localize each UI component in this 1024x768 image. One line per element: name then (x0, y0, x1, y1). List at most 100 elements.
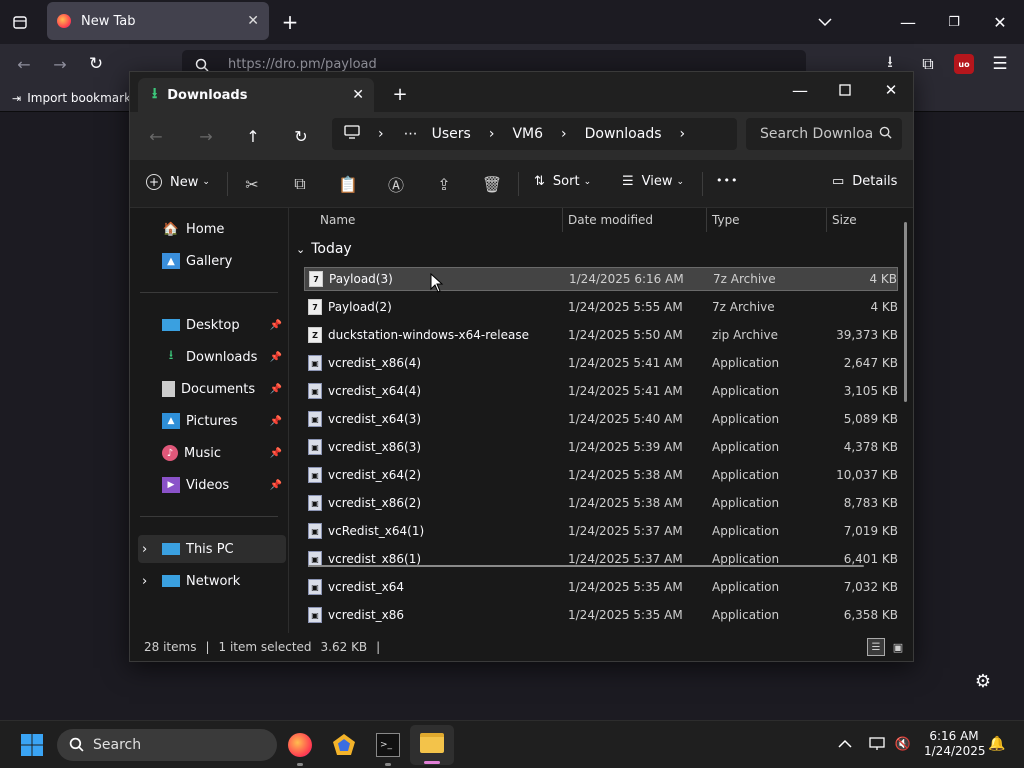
browser-minimize-button[interactable]: — (896, 10, 920, 34)
share-icon[interactable]: ⇪ (432, 172, 456, 196)
network-icon[interactable] (866, 733, 888, 755)
column-divider[interactable] (562, 208, 563, 232)
table-row[interactable]: ▣ vcredist_x86(2) 1/24/2025 5:38 AM Applica… (304, 491, 898, 515)
table-row[interactable]: ▣ vcredist_x64 1/24/2025 5:35 AM Applicatio… (304, 575, 898, 599)
up-icon[interactable]: ↑ (241, 124, 265, 148)
explorer-tab[interactable]: ⭳ Downloads ✕ (138, 78, 374, 112)
browser-restore-button[interactable]: ❐ (942, 10, 966, 34)
table-row[interactable]: Zduckstation-windows-x64-release 1/24/202… (304, 323, 898, 347)
table-row[interactable]: ▣ vcredist_x86(3) 1/24/2025 5:39 AM Applica… (304, 435, 898, 459)
explorer-address-bar: ← → ↑ ↻ › ⋯ Users › VM6 › Downloads › Se… (130, 112, 913, 160)
tab-close-icon[interactable]: ✕ (247, 13, 259, 29)
ublock-icon[interactable]: uo (954, 54, 974, 74)
browser-close-button[interactable]: ✕ (988, 10, 1012, 34)
view-button[interactable]: ☰ View ⌄ (622, 174, 684, 189)
forward-icon[interactable]: → (48, 52, 72, 76)
column-header-size[interactable]: Size (832, 213, 857, 227)
rename-icon[interactable]: Ⓐ (384, 172, 408, 196)
horizontal-scrollbar[interactable] (308, 565, 864, 567)
browser-tab[interactable]: New Tab ✕ (47, 2, 269, 40)
nav-item-home[interactable]: 🏠 Home (138, 215, 286, 243)
gear-icon[interactable]: ⚙ (970, 668, 996, 694)
taskbar-search-input[interactable]: Search (57, 729, 277, 761)
import-bookmarks-link[interactable]: ⇥ Import bookmarks (12, 91, 137, 105)
sort-button[interactable]: ⇅ Sort ⌄ (534, 174, 591, 189)
explorer-search-input[interactable]: Search Downloa (746, 118, 902, 150)
tab-list-icon[interactable] (8, 10, 32, 34)
chevron-up-icon[interactable] (834, 733, 856, 755)
chevron-right-icon[interactable]: › (142, 574, 147, 589)
firefox-icon[interactable] (288, 733, 312, 757)
file-size: 6,401 KB (843, 552, 898, 566)
file-size: 5,089 KB (843, 412, 898, 426)
table-row[interactable]: 7 Payload(3) 1/24/2025 6:16 AM 7z Archive 4 … (304, 267, 898, 291)
copy-icon[interactable]: ⧉ (288, 172, 312, 196)
file-size: 7,019 KB (843, 524, 898, 538)
column-header-type[interactable]: Type (712, 213, 740, 227)
reload-icon[interactable]: ↻ (84, 52, 108, 76)
taskbar-clock[interactable]: 6:16 AM 1/24/2025 (924, 729, 986, 759)
windows-start-icon[interactable] (20, 733, 44, 757)
column-divider[interactable] (706, 208, 707, 232)
cut-icon[interactable]: ✂ (240, 172, 264, 196)
breadcrumb[interactable]: › ⋯ Users › VM6 › Downloads › (332, 118, 737, 150)
chevron-right-icon[interactable]: › (142, 542, 147, 557)
back-icon[interactable]: ← (144, 124, 168, 148)
nav-item-videos[interactable]: ▶ Videos 📌 (138, 471, 286, 499)
group-header-today[interactable]: ⌄ Today (296, 241, 352, 257)
table-row[interactable]: ▣ vcredist_x64(3) 1/24/2025 5:40 AM Applica… (304, 407, 898, 431)
nav-item-downloads[interactable]: ⭳ Downloads 📌 (138, 343, 286, 371)
nav-item-music[interactable]: ♪ Music 📌 (138, 439, 286, 467)
taskbar-explorer-button[interactable] (410, 725, 454, 765)
table-row[interactable]: 7 Payload(2) 1/24/2025 5:55 AM 7z Archive 4 … (304, 295, 898, 319)
table-row[interactable]: ▣ vcRedist_x64(1) 1/24/2025 5:37 AM Applica… (304, 519, 898, 543)
notification-bell-icon[interactable]: 🔔 (986, 733, 1008, 755)
explorer-tab-close-icon[interactable]: ✕ (352, 87, 364, 103)
explorer-new-tab-button[interactable]: + (390, 84, 410, 105)
details-view-icon[interactable]: ☰ (867, 638, 885, 656)
toolbar-divider (518, 172, 519, 196)
file-name: Payload(3) (329, 272, 393, 286)
details-pane-icon: ▭ (832, 174, 845, 189)
file-name: vcredist_x64(3) (328, 412, 422, 426)
explorer-minimize-button[interactable]: — (788, 78, 812, 102)
volume-muted-icon[interactable]: 🔇 (892, 733, 914, 755)
more-options-button[interactable]: ••• (716, 174, 738, 187)
explorer-maximize-button[interactable] (833, 78, 857, 102)
table-row[interactable]: ▣ vcredist_x86(4) 1/24/2025 5:41 AM Applica… (304, 351, 898, 375)
vertical-scrollbar[interactable] (904, 222, 907, 402)
nav-item-gallery[interactable]: ▲ Gallery (138, 247, 286, 275)
status-divider: | (376, 640, 381, 654)
extensions-icon[interactable]: ⧉ (916, 52, 940, 76)
tiles-view-icon[interactable]: ▣ (889, 638, 907, 656)
delete-icon[interactable]: 🗑 (480, 172, 504, 196)
more-path-icon[interactable]: ⋯ (404, 126, 418, 142)
column-header-date[interactable]: Date modified (568, 213, 653, 227)
chrome-like-app-icon[interactable] (332, 733, 356, 757)
back-icon[interactable]: ← (12, 52, 36, 76)
nav-item-pictures[interactable]: ▲ Pictures 📌 (138, 407, 286, 435)
explorer-close-button[interactable]: ✕ (879, 78, 903, 102)
table-row[interactable]: ▣ vcredist_x86 1/24/2025 5:35 AM Applicatio… (304, 603, 898, 627)
forward-icon[interactable]: → (194, 124, 218, 148)
nav-item-documents[interactable]: Documents 📌 (138, 375, 286, 403)
new-button[interactable]: + New ⌄ (146, 174, 210, 190)
breadcrumb-users[interactable]: Users (432, 126, 471, 142)
terminal-icon[interactable]: >_ (376, 733, 400, 757)
chevron-down-icon[interactable] (813, 10, 837, 34)
nav-item-this-pc[interactable]: › This PC (138, 535, 286, 563)
table-row[interactable]: ▣ vcredist_x64(2) 1/24/2025 5:38 AM Applica… (304, 463, 898, 487)
table-row[interactable]: ▣ vcredist_x86(1) 1/24/2025 5:37 AM Applica… (304, 547, 898, 571)
column-divider[interactable] (826, 208, 827, 232)
refresh-icon[interactable]: ↻ (289, 124, 313, 148)
breadcrumb-vm6[interactable]: VM6 (512, 126, 543, 142)
table-row[interactable]: ▣ vcredist_x64(4) 1/24/2025 5:41 AM Applica… (304, 379, 898, 403)
nav-item-desktop[interactable]: Desktop 📌 (138, 311, 286, 339)
new-tab-button[interactable]: + (278, 10, 302, 34)
menu-icon[interactable]: ☰ (988, 52, 1012, 76)
nav-item-network[interactable]: › Network (138, 567, 286, 595)
paste-icon[interactable]: 📋 (336, 172, 360, 196)
column-header-name[interactable]: Name (320, 213, 355, 227)
breadcrumb-downloads[interactable]: Downloads (585, 126, 662, 142)
details-button[interactable]: ▭ Details (832, 174, 897, 189)
